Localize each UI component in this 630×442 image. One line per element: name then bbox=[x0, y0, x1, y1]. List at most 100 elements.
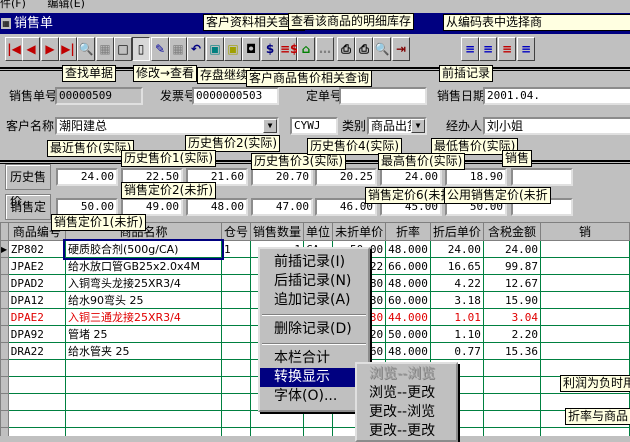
cell-name[interactable]: 管堵 25 bbox=[64, 325, 223, 343]
customer-info-button[interactable]: ◘ bbox=[242, 37, 260, 61]
cell-unit[interactable] bbox=[303, 410, 334, 428]
row-indicator[interactable] bbox=[0, 376, 9, 394]
cell-wh[interactable] bbox=[221, 325, 252, 343]
exit-button[interactable]: ⇥ bbox=[392, 37, 410, 61]
save-button[interactable]: ▣ bbox=[206, 37, 224, 61]
cell-rate[interactable]: 60.000 bbox=[385, 291, 431, 309]
cell-name[interactable]: 给水放口管GB25x2.0x4M bbox=[64, 257, 223, 275]
cell-net[interactable]: 3.18 bbox=[429, 291, 484, 309]
menu-font[interactable]: 字体(O)... bbox=[260, 387, 368, 406]
column-header[interactable]: 含税金额 bbox=[482, 222, 542, 241]
menu-edit[interactable]: 编辑(E) bbox=[47, 0, 85, 10]
cell-wh[interactable] bbox=[221, 257, 252, 275]
menu-delete[interactable]: 删除记录(D) bbox=[260, 320, 368, 339]
stock-detail-button[interactable]: ≡$ bbox=[279, 37, 298, 61]
row-indicator[interactable] bbox=[0, 427, 9, 436]
row-indicator[interactable] bbox=[0, 342, 9, 360]
cell-extra[interactable] bbox=[540, 240, 630, 258]
find-button[interactable]: 🔍 bbox=[77, 37, 95, 61]
cell-code[interactable]: DPA92 bbox=[7, 325, 66, 343]
row-indicator[interactable] bbox=[0, 257, 9, 275]
row-indicator[interactable]: ▶ bbox=[0, 240, 9, 258]
undo-button[interactable]: ↶ bbox=[187, 37, 205, 61]
calculator-button[interactable]: ▦ bbox=[96, 37, 114, 61]
history-price-field[interactable]: 20.70 bbox=[251, 168, 313, 186]
cell-rate[interactable]: 44.000 bbox=[385, 308, 431, 326]
menu-insert-before[interactable]: 前插记录(I) bbox=[260, 253, 368, 272]
history-price-field[interactable]: 24.00 bbox=[380, 168, 442, 186]
save-continue-button[interactable]: ▣ bbox=[224, 37, 242, 61]
cell-extra[interactable] bbox=[540, 274, 630, 292]
table-row[interactable] bbox=[0, 427, 630, 436]
cell-amount[interactable]: 24.00 bbox=[482, 240, 542, 258]
cell-rate[interactable]: 48.000 bbox=[385, 342, 431, 360]
customer-code-field[interactable]: CYWJ bbox=[290, 117, 338, 135]
cell-name[interactable] bbox=[64, 359, 223, 377]
submenu-edit-browse[interactable]: 更改--浏览 bbox=[357, 403, 456, 422]
row-indicator[interactable] bbox=[0, 291, 9, 309]
list-price-field[interactable]: 48.00 bbox=[186, 198, 248, 216]
submenu-edit-edit[interactable]: 更改--更改 bbox=[357, 422, 456, 441]
cell-rate[interactable]: 48.000 bbox=[385, 240, 431, 258]
invoice-field[interactable]: 0000000503 bbox=[192, 87, 279, 105]
more-button[interactable]: … bbox=[316, 37, 334, 61]
handler-field[interactable]: 刘小姐 bbox=[483, 117, 630, 135]
cell-rate[interactable]: 48.000 bbox=[385, 274, 431, 292]
cell-qty[interactable] bbox=[250, 427, 305, 436]
cell-code[interactable]: ZP802 bbox=[7, 240, 66, 258]
column-header[interactable]: 未折单价 bbox=[332, 222, 387, 241]
delete-row-button[interactable]: ≡ bbox=[498, 37, 516, 61]
cell-code[interactable] bbox=[7, 376, 66, 394]
cell-extra[interactable] bbox=[540, 359, 630, 377]
print2-button[interactable]: ⎙ bbox=[355, 37, 373, 61]
cell-amount[interactable] bbox=[482, 393, 542, 411]
column-header[interactable]: 销售数量 bbox=[250, 222, 305, 241]
edit-button[interactable]: ✎ bbox=[151, 37, 169, 61]
chevron-down-icon[interactable]: ▼ bbox=[411, 119, 425, 133]
column-header[interactable]: 仓号 bbox=[221, 222, 252, 241]
insert-before-button[interactable]: ≡ bbox=[461, 37, 479, 61]
cell-amount[interactable]: 15.36 bbox=[482, 342, 542, 360]
cell-amount[interactable]: 12.67 bbox=[482, 274, 542, 292]
cell-name[interactable] bbox=[64, 410, 223, 428]
cell-wh[interactable]: 1 bbox=[221, 240, 252, 258]
column-header[interactable]: 单位 bbox=[303, 222, 334, 241]
history-price-field[interactable] bbox=[511, 168, 573, 186]
cell-code[interactable] bbox=[7, 427, 66, 436]
cell-net[interactable]: 24.00 bbox=[429, 240, 484, 258]
cell-wh[interactable] bbox=[221, 393, 252, 411]
menu-switch-display[interactable]: 转换显示 bbox=[260, 368, 368, 387]
row-indicator[interactable] bbox=[0, 393, 9, 411]
prev-record-button[interactable]: ◀ bbox=[22, 37, 40, 61]
cell-extra[interactable] bbox=[540, 427, 630, 436]
row-indicator[interactable] bbox=[0, 274, 9, 292]
category-combo[interactable]: 商品出货 ▼ bbox=[367, 117, 427, 135]
chevron-down-icon[interactable]: ▼ bbox=[263, 119, 277, 133]
select-code-button[interactable]: ≡ bbox=[517, 37, 535, 61]
cell-amount[interactable] bbox=[482, 359, 542, 377]
cell-name[interactable] bbox=[64, 427, 223, 436]
menu-append[interactable]: 追加记录(A) bbox=[260, 291, 368, 310]
last-record-button[interactable]: ▶| bbox=[59, 37, 77, 61]
cell-wh[interactable] bbox=[221, 427, 252, 436]
cell-wh[interactable] bbox=[221, 359, 252, 377]
cell-name[interactable]: 给水90弯头 25 bbox=[64, 291, 223, 309]
row-indicator[interactable] bbox=[0, 359, 9, 377]
print-preview-button[interactable]: 🔍 bbox=[373, 37, 391, 61]
insert-after-button[interactable]: ≡ bbox=[479, 37, 497, 61]
list-price-field[interactable]: 47.00 bbox=[251, 198, 313, 216]
cell-name[interactable] bbox=[64, 376, 223, 394]
cell-rate[interactable]: 50.000 bbox=[385, 325, 431, 343]
row-indicator[interactable] bbox=[0, 325, 9, 343]
cell-code[interactable] bbox=[7, 359, 66, 377]
delete-button[interactable]: ▦ bbox=[169, 37, 187, 61]
submenu-browse-edit[interactable]: 浏览--更改 bbox=[357, 384, 456, 403]
cell-amount[interactable]: 99.87 bbox=[482, 257, 542, 275]
cell-code[interactable]: DRA22 bbox=[7, 342, 66, 360]
cell-code[interactable] bbox=[7, 410, 66, 428]
cell-code[interactable]: JPAE2 bbox=[7, 257, 66, 275]
cell-code[interactable] bbox=[7, 393, 66, 411]
print-button[interactable]: ⎙ bbox=[337, 37, 355, 61]
customer-combo[interactable]: 潮阳建总 ▼ bbox=[55, 117, 279, 135]
cell-net[interactable]: 16.65 bbox=[429, 257, 484, 275]
